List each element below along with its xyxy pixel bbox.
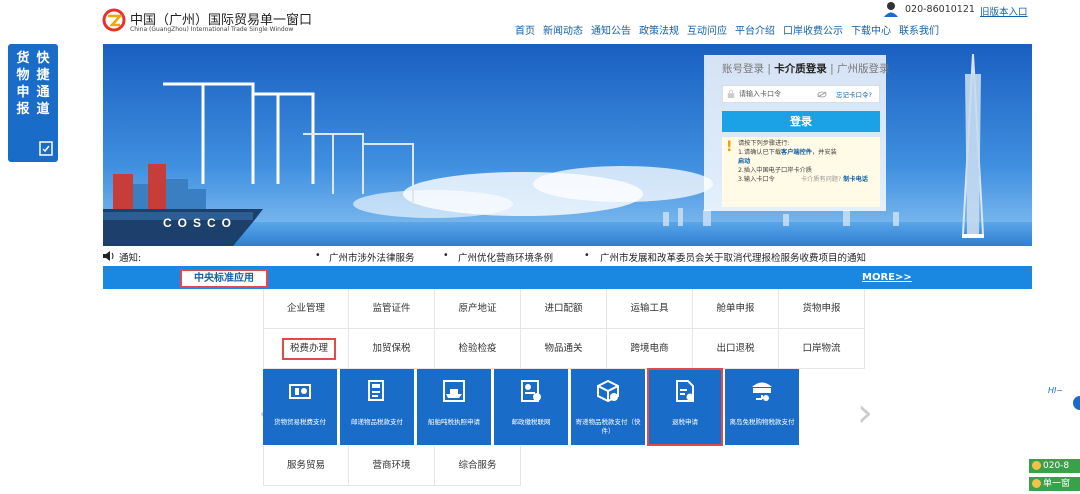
hotline-phone: 020-86010121: [905, 4, 975, 15]
tile-ship-tonnage-tax[interactable]: 船舶吨税执照申请: [417, 369, 491, 445]
forgot-password-link[interactable]: 忘记卡口令?: [836, 89, 872, 99]
single-window-float-button[interactable]: 单一窗: [1029, 477, 1080, 491]
hero-banner: COSCO: [103, 44, 1032, 246]
tax-form-icon: [368, 380, 384, 401]
tax-service-tiles: 货物贸易税费支付 邮递物品税款支付 船舶吨税执照申请 邮政缴税联网 寄递物品税款…: [263, 368, 799, 446]
service-goods-declaration[interactable]: 货物申报: [779, 289, 865, 329]
cargo-declaration-label: 货物申报: [16, 51, 30, 117]
window-icon: [1032, 479, 1041, 488]
main-nav: 首页 新闻动态 通知公告 政策法规 互动问应 平台介绍 口岸收费公示 下载中心 …: [515, 22, 939, 37]
service-trade-in-services[interactable]: 服务贸易: [263, 446, 349, 486]
service-tax-handling-label: 税费办理: [282, 338, 336, 360]
service-certificate-of-origin[interactable]: 原产地证: [435, 289, 521, 329]
card-hotline-link[interactable]: 制卡电话: [843, 176, 868, 183]
service-business-environment[interactable]: 营商环境: [349, 446, 435, 486]
service-cross-border-ecommerce[interactable]: 跨境电商: [607, 329, 693, 369]
nav-item-downloads[interactable]: 下载中心: [851, 22, 891, 37]
start-link[interactable]: 启动: [738, 158, 750, 165]
tax-payment-icon: [289, 384, 311, 399]
card-password-placeholder: 请输入卡口令: [739, 90, 781, 98]
notice-label: 通知:: [119, 253, 142, 264]
refund-doc-icon: [676, 380, 694, 402]
nav-item-about[interactable]: 平台介绍: [735, 22, 775, 37]
warning-icon: !: [726, 139, 733, 155]
notice-item[interactable]: 广州优化营商环境条例: [458, 250, 553, 264]
notice-item[interactable]: 广州市涉外法律服务: [329, 250, 415, 264]
speaker-icon: [103, 251, 114, 261]
service-import-quota[interactable]: 进口配额: [521, 289, 607, 329]
tab-guangzhou-login[interactable]: 广州版登录: [837, 63, 890, 75]
tile-tax-refund-application[interactable]: 退税申请: [647, 368, 723, 446]
tab-card-login[interactable]: 卡介质登录: [774, 63, 827, 75]
service-grid-row-2: 税费办理 加贸保税 检验检疫 物品通关 跨境电商 出口退税 口岸物流: [263, 329, 865, 369]
duty-free-icon: [752, 382, 772, 401]
tab-central-standard-apps[interactable]: 中央标准应用: [180, 269, 268, 288]
service-goods-clearance[interactable]: 物品通关: [521, 329, 607, 369]
tile-postal-tax-payment[interactable]: 邮递物品税款支付: [340, 369, 414, 445]
nav-item-news[interactable]: 新闻动态: [543, 22, 583, 37]
service-bonded-processing[interactable]: 加贸保税: [349, 329, 435, 369]
port-banner-image: COSCO: [103, 44, 1032, 246]
service-regulatory-documents[interactable]: 监管证件: [349, 289, 435, 329]
user-avatar-icon: [884, 2, 898, 17]
service-port-logistics[interactable]: 口岸物流: [779, 329, 865, 369]
nav-item-notices[interactable]: 通知公告: [591, 22, 631, 37]
parcel-icon: [597, 379, 619, 403]
postal-icon: [521, 380, 541, 402]
eye-hidden-icon[interactable]: [817, 91, 827, 98]
nav-item-policies[interactable]: 政策法规: [639, 22, 679, 37]
notice-bar: 通知: • 广州市涉外法律服务 • 广州优化营商环境条例 • 广州市发展和改革委…: [103, 248, 1032, 264]
chat-bubble-icon[interactable]: [1073, 396, 1080, 410]
login-button[interactable]: 登录: [722, 111, 880, 132]
service-enterprise-management[interactable]: 企业管理: [263, 289, 349, 329]
tab-account-login[interactable]: 账号登录: [722, 63, 764, 75]
tile-duty-free-payment[interactable]: 离岛免税购物税款支付: [725, 369, 799, 445]
service-grid-row-1: 企业管理 监管证件 原产地证 进口配额 运输工具 舱单申报 货物申报: [263, 289, 865, 329]
site-subtitle: China (GuangZhou) International Trade Si…: [130, 26, 294, 33]
login-panel: 账号登录 | 卡介质登录 | 广州版登录 请输入卡口令 忘记卡口令? 登录 ! …: [704, 55, 890, 211]
service-transport[interactable]: 运输工具: [607, 289, 693, 329]
service-grid-row-3: 服务贸易 营商环境 综合服务: [263, 446, 521, 486]
more-link[interactable]: MORE>>: [862, 272, 912, 283]
service-export-tax-rebate[interactable]: 出口退税: [693, 329, 779, 369]
nav-item-home[interactable]: 首页: [515, 22, 535, 37]
site-logo-icon[interactable]: [102, 8, 126, 32]
chat-greeting[interactable]: HI~: [1048, 386, 1063, 395]
tile-goods-tax-payment[interactable]: 货物贸易税费支付: [263, 369, 337, 445]
old-version-link[interactable]: 旧版本入口: [980, 4, 1028, 18]
login-tips: ! 请按下列步骤进行: 1.请确认已下载客户端控件，并安装 启动 2.插入中国电…: [722, 137, 880, 207]
svg-text:COSCO: COSCO: [163, 216, 237, 230]
quick-channel-label: 快捷通道: [36, 51, 50, 117]
service-tax-handling[interactable]: 税费办理: [263, 329, 349, 369]
nav-item-contact[interactable]: 联系我们: [899, 22, 939, 37]
nav-item-interaction[interactable]: 互动问应: [687, 22, 727, 37]
tile-postal-tax-network[interactable]: 邮政缴税联网: [494, 369, 568, 445]
service-inspection[interactable]: 检验检疫: [435, 329, 521, 369]
header: 中国（广州）国际贸易单一窗口 China (GuangZhou) Interna…: [0, 0, 1080, 44]
quick-channel-float[interactable]: 快捷通道 货物申报: [8, 44, 58, 162]
client-control-link[interactable]: 客户端控件: [781, 149, 812, 156]
notice-item[interactable]: 广州市发展和改革委员会关于取消代理报检服务收费项目的通知: [600, 250, 866, 264]
service-manifest[interactable]: 舱单申报: [693, 289, 779, 329]
checklist-icon: [39, 141, 53, 156]
tile-express-parcel-tax[interactable]: 寄递物品税款支付（快件）: [571, 369, 645, 445]
phone-icon: [1032, 461, 1041, 470]
service-comprehensive[interactable]: 综合服务: [435, 446, 521, 486]
hotline-float-button[interactable]: 020-8: [1029, 459, 1080, 473]
ship-icon: [443, 380, 465, 402]
carousel-next-arrow[interactable]: ›: [857, 390, 873, 436]
nav-item-fees[interactable]: 口岸收费公示: [783, 22, 843, 37]
login-tabs: 账号登录 | 卡介质登录 | 广州版登录: [722, 63, 890, 75]
lock-icon: [727, 90, 735, 98]
